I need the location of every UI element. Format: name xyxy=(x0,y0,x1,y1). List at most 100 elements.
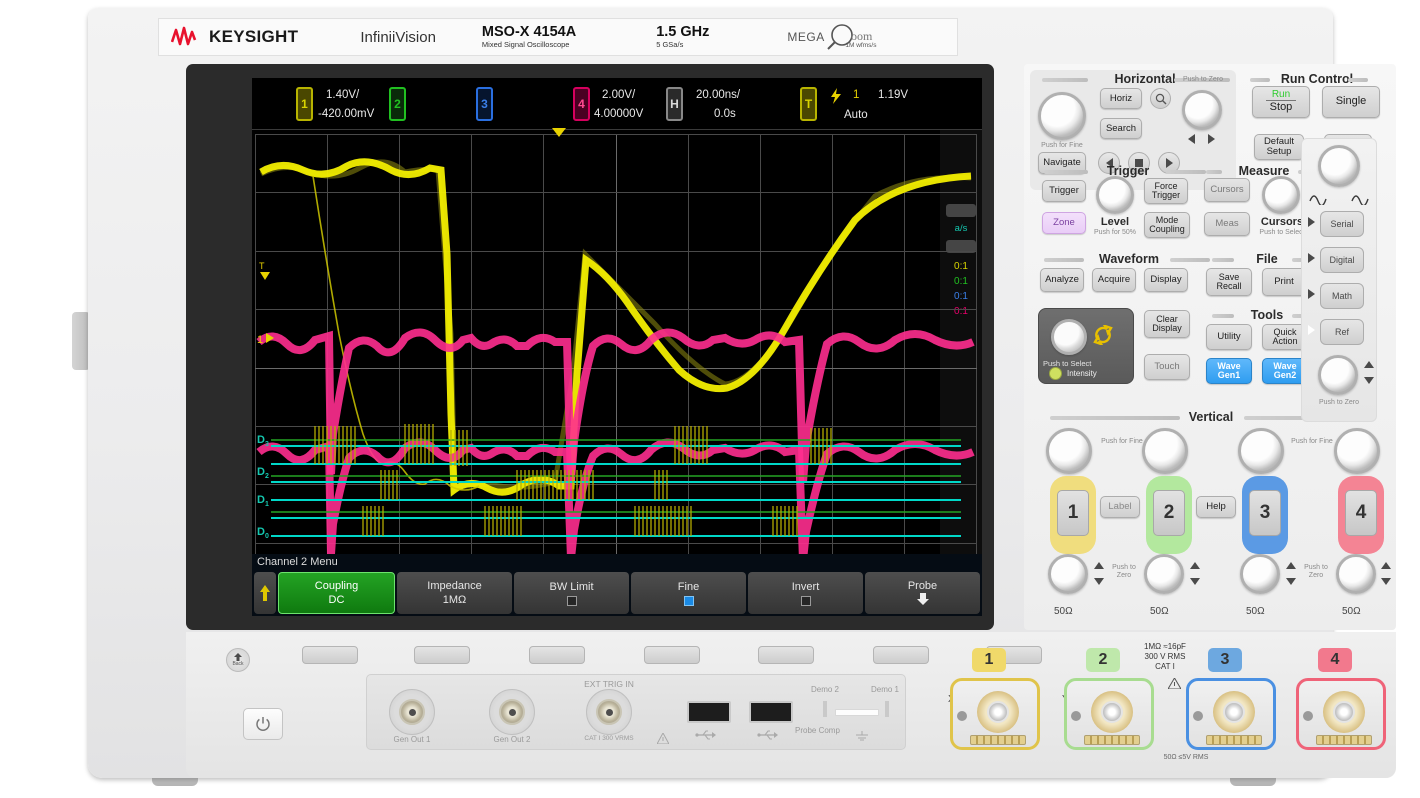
horizontal-scale-knob[interactable] xyxy=(1038,92,1086,140)
usb-icon-2 xyxy=(757,729,779,741)
usb-port-1[interactable] xyxy=(687,701,731,723)
usb-icon xyxy=(695,729,717,741)
input-ch3-bnc[interactable] xyxy=(1213,691,1255,733)
ch3-position-knob[interactable] xyxy=(1240,554,1280,594)
print-button[interactable]: Print xyxy=(1262,268,1306,296)
trigger-button[interactable]: Trigger xyxy=(1042,180,1086,202)
input-ch4-aux-pin[interactable] xyxy=(1303,711,1313,721)
ch3-button[interactable]: 3 xyxy=(1249,490,1281,536)
input-ch1-aux-pin[interactable] xyxy=(957,711,967,721)
mode-coupling-button[interactable]: Mode Coupling xyxy=(1144,212,1190,238)
digital-button[interactable]: Digital xyxy=(1320,247,1364,273)
status-trigger-badge[interactable]: T xyxy=(800,87,817,121)
invert-checkbox[interactable] xyxy=(801,596,811,606)
input-ch4-well[interactable] xyxy=(1296,678,1386,750)
softkey-back-arrow[interactable] xyxy=(254,572,276,614)
ch1-fine-hint: Push for Fine xyxy=(1100,438,1144,446)
clear-display-button[interactable]: Clear Display xyxy=(1144,310,1190,338)
ref-button[interactable]: Ref xyxy=(1320,319,1364,345)
status-horizontal-badge[interactable]: H xyxy=(666,87,683,121)
back-button[interactable]: Back xyxy=(226,648,250,672)
ch3-scale-knob[interactable] xyxy=(1238,428,1284,474)
softkey-hw-2[interactable] xyxy=(414,646,470,664)
analyze-button[interactable]: Analyze xyxy=(1040,268,1084,292)
cursors-button[interactable]: Cursors xyxy=(1204,178,1250,202)
math-button[interactable]: Math xyxy=(1320,283,1364,309)
run-stop-button[interactable]: Run Stop xyxy=(1252,86,1310,118)
horizontal-position-knob[interactable] xyxy=(1182,90,1222,130)
input-ch3-well[interactable] xyxy=(1186,678,1276,750)
status-ch1-offset: -420.00mV xyxy=(318,108,374,120)
input-ch3-aux-pin[interactable] xyxy=(1193,711,1203,721)
ext-trig-connector[interactable] xyxy=(586,689,632,735)
softkey-impedance[interactable]: Impedance 1MΩ xyxy=(397,572,512,614)
single-button[interactable]: Single xyxy=(1322,86,1380,118)
status-ch3-badge[interactable]: 3 xyxy=(476,87,493,121)
horiz-button[interactable]: Horiz xyxy=(1100,88,1142,109)
search-button[interactable]: Search xyxy=(1100,118,1142,139)
vstrip-top-knob[interactable] xyxy=(1318,145,1360,187)
intensity-knob[interactable] xyxy=(1051,319,1087,355)
ch4-scale-knob[interactable] xyxy=(1334,428,1380,474)
meas-button[interactable]: Meas xyxy=(1204,212,1250,236)
default-setup-button[interactable]: Default Setup xyxy=(1254,134,1304,160)
save-recall-button[interactable]: Save Recall xyxy=(1206,268,1252,296)
power-button[interactable] xyxy=(243,708,283,740)
gen-out-1-connector[interactable] xyxy=(389,689,435,735)
softkey-hw-6[interactable] xyxy=(873,646,929,664)
softkey-hw-3[interactable] xyxy=(529,646,585,664)
softkey-hw-1[interactable] xyxy=(302,646,358,664)
softkey-probe[interactable]: Probe xyxy=(865,572,980,614)
acquire-button[interactable]: Acquire xyxy=(1092,268,1136,292)
input-ch2-well[interactable] xyxy=(1064,678,1154,750)
ch4-position-knob[interactable] xyxy=(1336,554,1376,594)
touch-button[interactable]: Touch xyxy=(1144,354,1190,380)
demo2-pin[interactable] xyxy=(823,701,827,717)
help-button[interactable]: Help xyxy=(1196,496,1236,518)
oscilloscope-screen[interactable]: 1 1.40V/ -420.00mV 2 3 4 2.00V/ 4.00000V… xyxy=(252,78,982,616)
softkey-bw-limit[interactable]: BW Limit xyxy=(514,572,629,614)
label-button[interactable]: Label xyxy=(1100,496,1140,518)
softkey-hw-4[interactable] xyxy=(644,646,700,664)
svg-text:T: T xyxy=(259,261,265,271)
input-ch2-aux-pin[interactable] xyxy=(1071,711,1081,721)
input-ch4-bnc[interactable] xyxy=(1323,691,1365,733)
graticule: D3 D2 D1 D0 T 1 xyxy=(255,134,977,602)
gen-out-2-connector[interactable] xyxy=(489,689,535,735)
softkey-invert[interactable]: Invert xyxy=(748,572,863,614)
status-ch1-badge[interactable]: 1 xyxy=(296,87,313,121)
magnifier-icon[interactable] xyxy=(1150,88,1171,109)
softkey-fine[interactable]: Fine xyxy=(631,572,746,614)
softkey-coupling[interactable]: Coupling DC xyxy=(278,572,395,614)
fine-checkbox[interactable] xyxy=(684,596,694,606)
ch2-position-knob[interactable] xyxy=(1144,554,1184,594)
zone-button[interactable]: Zone xyxy=(1042,212,1086,234)
force-trigger-button[interactable]: Force Trigger xyxy=(1144,178,1188,204)
measure-cursors-knob[interactable] xyxy=(1262,176,1300,214)
ext-trig-label: EXT TRIG IN xyxy=(563,679,655,689)
ch2-scale-knob[interactable] xyxy=(1142,428,1188,474)
serial-button[interactable]: Serial xyxy=(1320,211,1364,237)
utility-button[interactable]: Utility xyxy=(1206,324,1252,350)
usb-port-2[interactable] xyxy=(749,701,793,723)
ch1-position-knob[interactable] xyxy=(1048,554,1088,594)
softkey-menu-title: Channel 2 Menu xyxy=(252,554,982,568)
softkey-hw-5[interactable] xyxy=(758,646,814,664)
ch1-button[interactable]: 1 xyxy=(1057,490,1089,536)
bw-limit-checkbox[interactable] xyxy=(567,596,577,606)
status-ch4-badge[interactable]: 4 xyxy=(573,87,590,121)
ch4-button[interactable]: 4 xyxy=(1345,490,1377,536)
input-ch1-well[interactable] xyxy=(950,678,1040,750)
input-ch1-bnc[interactable] xyxy=(977,691,1019,733)
input-ch2-bnc[interactable] xyxy=(1091,691,1133,733)
ch1-ground-marker[interactable]: 1 xyxy=(257,330,275,348)
trigger-level-knob[interactable] xyxy=(1096,176,1134,214)
demo1-pin[interactable] xyxy=(885,701,889,717)
vstrip-bottom-knob[interactable] xyxy=(1318,355,1358,395)
status-ch2-badge[interactable]: 2 xyxy=(389,87,406,121)
display-button[interactable]: Display xyxy=(1144,268,1188,292)
trigger-level-marker[interactable]: T xyxy=(259,260,273,282)
ch1-scale-knob[interactable] xyxy=(1046,428,1092,474)
ch2-button[interactable]: 2 xyxy=(1153,490,1185,536)
wave-gen1-button[interactable]: Wave Gen1 xyxy=(1206,358,1252,384)
